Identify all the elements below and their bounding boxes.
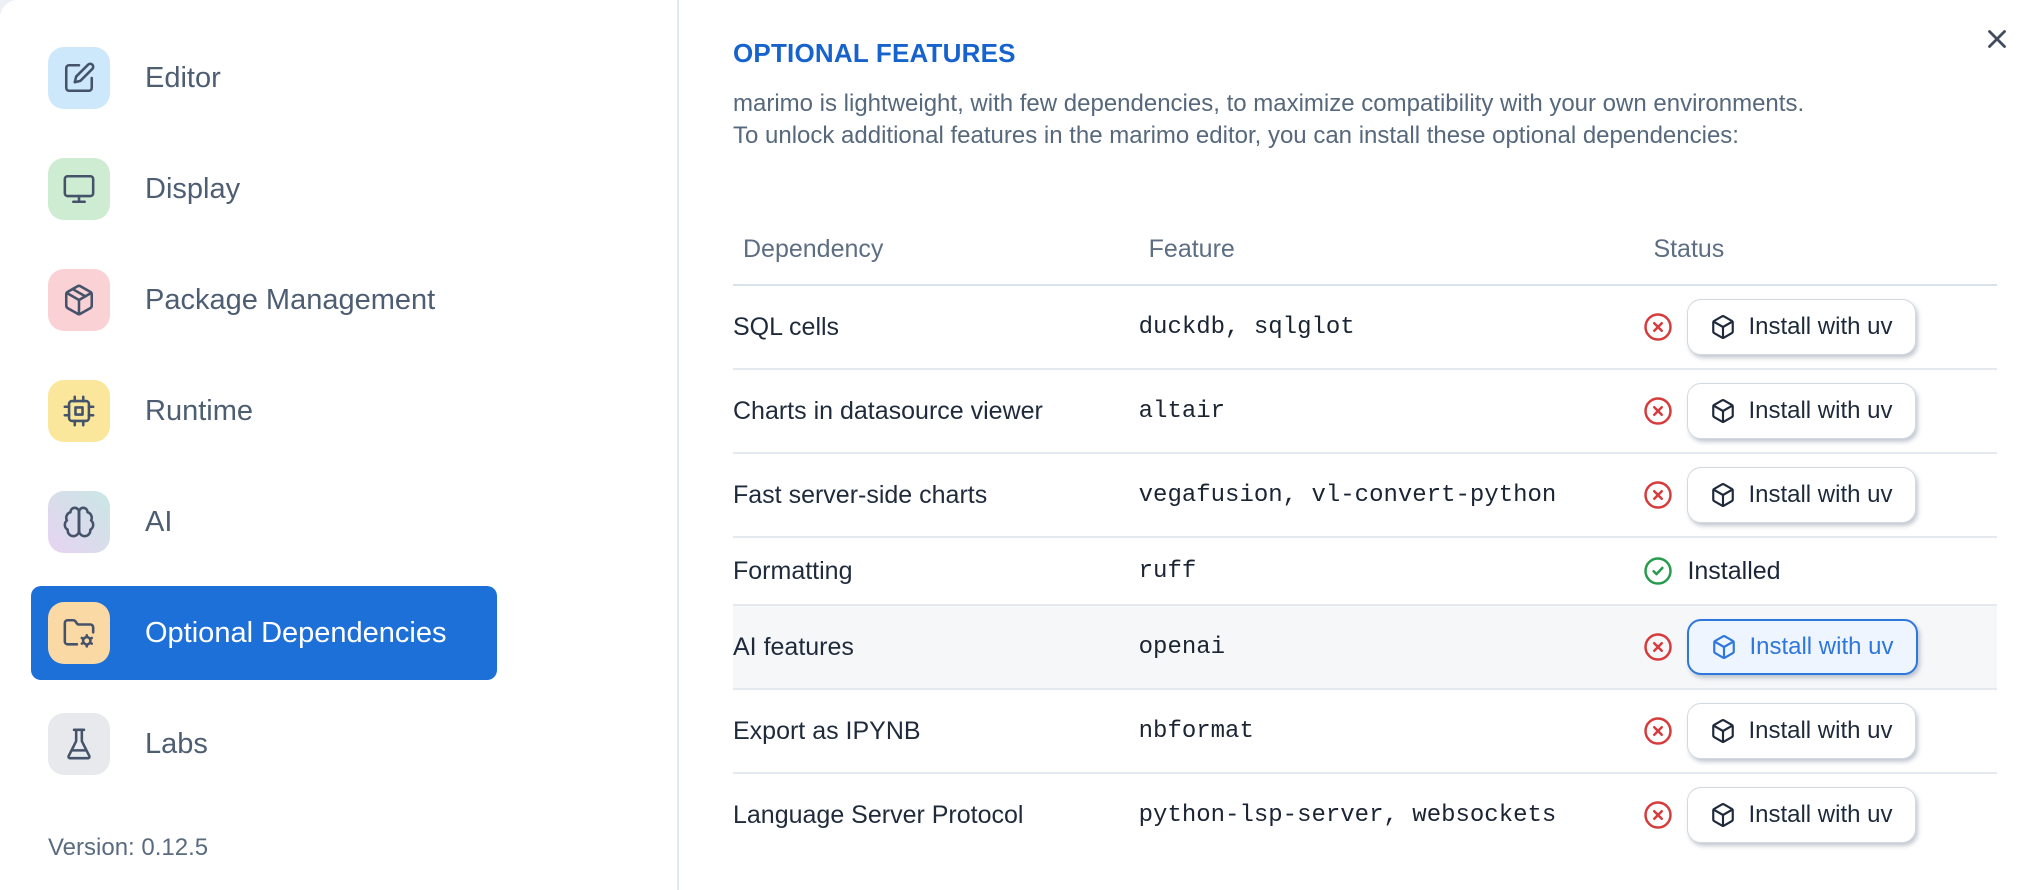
box-icon [1710,482,1736,508]
circle-check-icon [1643,556,1673,586]
description-line-1: marimo is lightweight, with few dependen… [733,90,1805,117]
sidebar-item-label: Editor [145,61,221,94]
circle-x-icon [1643,312,1673,342]
sidebar-item-label: Runtime [145,394,253,427]
dependency-cell: Charts in datasource viewer [733,369,1139,454]
sidebar-item-label: Labs [145,727,208,760]
install-with-uv-button[interactable]: Install with uv [1687,619,1918,675]
feature-cell: python-lsp-server, websockets [1138,801,1557,829]
sidebar-item-editor[interactable]: Editor [31,31,497,125]
feature-cell: vegafusion, vl-convert-python [1138,453,1644,538]
package-icon [48,269,110,331]
dependency-cell: AI features [733,605,1139,690]
table-row-charts-in-datasource-viewer: Charts in datasource viewer altair Insta… [733,369,1997,454]
square-pen-icon [48,47,110,109]
dependency-cell: Fast server-side charts [733,453,1139,538]
cpu-icon [48,380,110,442]
status-cell: Install with uv [1643,605,1997,690]
flask-icon [48,713,110,775]
circle-x-icon [1643,716,1673,746]
dependency-cell: Formatting [733,537,1139,606]
settings-nav: Editor Display Package Management Runtim… [0,0,677,808]
circle-x-icon [1643,800,1673,830]
table-row-fast-server-side-charts: Fast server-side charts vegafusion, vl-c… [733,453,1997,538]
install-button-label: Install with uv [1748,313,1893,340]
sidebar-item-labs[interactable]: Labs [31,697,497,791]
table-header-row: Dependency Feature Status [733,215,1997,286]
box-icon [1710,398,1736,424]
table-row-formatting: Formatting ruff Installed [733,537,1997,606]
status-cell: Install with uv [1643,773,1997,856]
box-icon [1710,718,1736,744]
sidebar-item-package-management[interactable]: Package Management [31,253,497,347]
install-button-label: Install with uv [1748,397,1893,424]
installed-label: Installed [1687,556,1781,585]
box-icon [1710,314,1736,340]
status-cell: Install with uv [1643,369,1997,454]
feature-cell: nbformat [1138,689,1644,774]
column-header-feature: Feature [1138,215,1644,286]
table-row-ai-features: AI features openai Install with uv [733,605,1997,690]
description-line-2: To unlock additional features in the mar… [733,121,1739,149]
circle-x-icon [1643,396,1673,426]
dependency-cell: SQL cells [733,285,1139,370]
feature-cell: openai [1138,605,1644,690]
sidebar-item-label: Package Management [145,283,436,316]
sidebar-item-ai[interactable]: AI [31,475,497,569]
status-cell: Install with uv [1643,453,1997,538]
install-button-label: Install with uv [1748,801,1893,828]
status-cell: Install with uv [1643,689,1997,774]
sidebar-item-optional-dependencies[interactable]: Optional Dependencies [31,586,497,680]
status-cell: Installed [1643,537,1997,606]
sidebar-item-label: AI [145,505,173,538]
install-with-uv-button[interactable]: Install with uv [1687,467,1916,523]
sidebar-item-display[interactable]: Display [31,142,497,236]
sidebar-item-runtime[interactable]: Runtime [31,364,497,458]
install-button-label: Install with uv [1748,717,1893,744]
table-row-language-server-protocol: Language Server Protocol python-lsp-serv… [733,773,1997,856]
monitor-icon [48,158,110,220]
box-icon [1711,634,1737,660]
close-icon [1982,24,2012,54]
install-with-uv-button[interactable]: Install with uv [1687,703,1916,759]
circle-x-icon [1643,632,1673,662]
column-header-status: Status [1643,215,1997,286]
column-header-dependency: Dependency [733,215,1139,286]
close-button[interactable] [1978,20,2016,58]
table-row-sql-cells: SQL cells duckdb, sqlglot Install with u… [733,285,1997,370]
status-cell: Install with uv [1643,285,1997,370]
install-with-uv-button[interactable]: Install with uv [1687,299,1916,355]
install-button-label: Install with uv [1749,633,1894,660]
sidebar-item-label: Display [145,172,241,205]
feature-cell: altair [1138,369,1644,454]
install-with-uv-button[interactable]: Install with uv [1687,383,1916,439]
install-with-uv-button[interactable]: Install with uv [1687,787,1916,843]
dependency-cell: Export as IPYNB [733,689,1139,774]
version-label: Version: 0.12.5 [48,834,209,861]
circle-x-icon [1643,480,1673,510]
box-icon [1710,802,1736,828]
settings-dialog: Editor Display Package Management Runtim… [0,0,2042,890]
table-row-export-as-ipynb: Export as IPYNB nbformat Install with uv [733,689,1997,774]
table-body: SQL cells duckdb, sqlglot Install with u… [733,285,1997,856]
feature-cell: duckdb, sqlglot [1138,285,1644,370]
optional-features-panel: OPTIONAL FEATURES marimo is lightweight,… [679,0,2042,890]
folder-cog-icon [48,602,110,664]
dependency-cell: Language Server Protocol [733,800,1024,829]
install-button-label: Install with uv [1748,481,1893,508]
description: marimo is lightweight, with few dependen… [733,88,1997,151]
page-title: OPTIONAL FEATURES [733,38,1016,68]
settings-sidebar: Editor Display Package Management Runtim… [0,0,679,890]
optional-features-table: Dependency Feature Status SQL cells duck… [733,215,1997,856]
feature-cell: ruff [1138,537,1644,606]
sidebar-item-label: Optional Dependencies [145,616,447,649]
brain-icon [48,491,110,553]
